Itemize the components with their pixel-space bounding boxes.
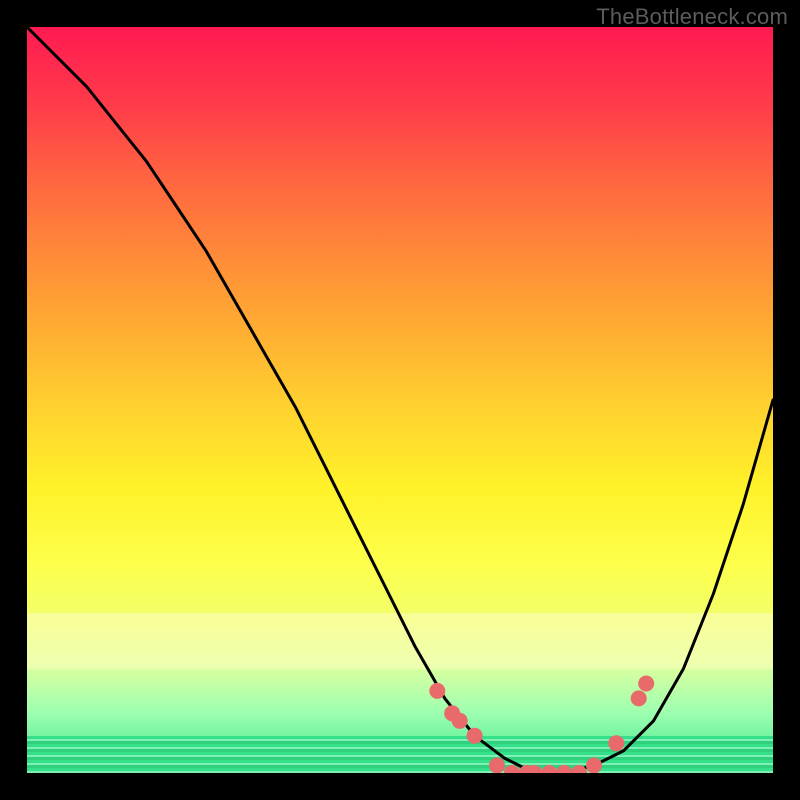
watermark-text: TheBottleneck.com [596,4,788,30]
curve-marker [429,683,445,699]
curve-marker [556,765,572,773]
curve-marker [489,758,505,774]
curve-marker [452,713,468,729]
curve-marker [571,765,587,773]
curve-svg [27,27,773,773]
curve-marker [467,728,483,744]
curve-marker [608,735,624,751]
curve-marker [541,765,557,773]
curve-marker [504,765,520,773]
curve-marker [519,765,535,773]
bottleneck-curve [27,27,773,773]
chart-frame: TheBottleneck.com [0,0,800,800]
plot-area [27,27,773,773]
marker-group [429,676,654,774]
curve-marker [444,705,460,721]
curve-marker [526,765,542,773]
curve-marker [638,676,654,692]
curve-marker [586,758,602,774]
yellow-band-overlay [27,613,773,669]
curve-marker [631,690,647,706]
green-stripes-overlay [27,736,773,773]
